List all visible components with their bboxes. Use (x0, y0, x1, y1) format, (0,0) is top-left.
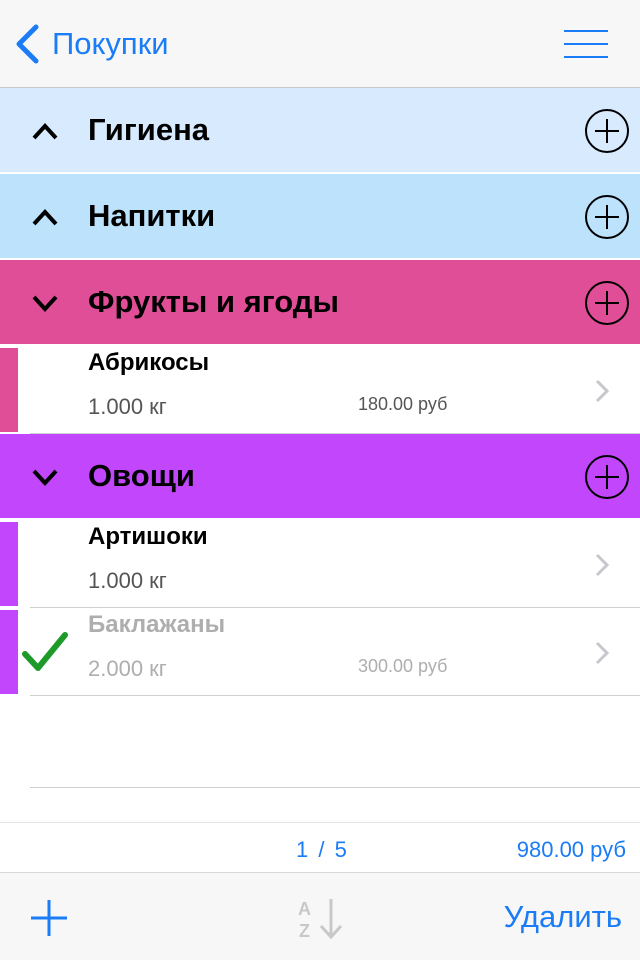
items-count: 1 / 5 (296, 837, 349, 862)
section-header[interactable]: Гигиена (0, 88, 640, 174)
item-quantity: 1.000 кг (88, 568, 167, 593)
category-stripe (0, 610, 18, 694)
list-item[interactable]: Баклажаны 2.000 кг 300.00 руб (0, 608, 640, 696)
section-title: Гигиена (88, 112, 210, 147)
chevron-down-icon (32, 469, 58, 486)
circle-plus-icon (585, 281, 629, 325)
list-item[interactable]: Артишоки 1.000 кг (0, 520, 640, 608)
plus-icon (31, 900, 67, 936)
section-header[interactable]: Напитки (0, 174, 640, 260)
add-to-section-button[interactable] (584, 194, 630, 240)
delete-button[interactable]: Удалить (504, 899, 622, 935)
chevron-down-icon (32, 295, 58, 312)
list-item[interactable]: Абрикосы 1.000 кг 180.00 руб (0, 346, 640, 434)
add-to-section-button[interactable] (584, 108, 630, 154)
item-name: Абрикосы (88, 349, 210, 376)
item-quantity: 1.000 кг (88, 394, 167, 419)
row-separator (30, 695, 640, 696)
svg-text:A: A (298, 899, 311, 919)
circle-plus-icon (585, 455, 629, 499)
back-label: Покупки (52, 26, 169, 61)
bottom-toolbar: A Z Удалить (0, 872, 640, 960)
hamburger-menu-icon (564, 30, 608, 58)
item-quantity: 2.000 кг (88, 656, 167, 681)
sort-button[interactable]: A Z (296, 897, 344, 941)
disclosure-chevron-icon (595, 379, 610, 403)
add-to-section-button[interactable] (584, 280, 630, 326)
section-header[interactable]: Овощи (0, 434, 640, 520)
add-item-button[interactable] (30, 899, 68, 937)
section-title: Фрукты и ягоды (88, 284, 339, 319)
chevron-up-icon (32, 123, 58, 140)
category-stripe (0, 348, 18, 432)
total-price: 980.00 руб (516, 837, 626, 862)
section-header[interactable]: Фрукты и ягоды (0, 260, 640, 346)
item-name: Баклажаны (88, 611, 226, 638)
nav-bar: Покупки (0, 0, 640, 88)
add-to-section-button[interactable] (584, 454, 630, 500)
summary-bar: 1 / 5 980.00 руб (0, 822, 640, 872)
item-price: 180.00 руб (358, 394, 448, 414)
chevron-left-icon (16, 24, 39, 64)
item-name: Артишоки (88, 523, 208, 550)
section-title: Напитки (88, 198, 216, 233)
item-price: 300.00 руб (358, 656, 448, 676)
circle-plus-icon (585, 109, 629, 153)
menu-button[interactable] (562, 28, 610, 60)
category-stripe (0, 522, 18, 606)
chevron-up-icon (32, 209, 58, 226)
back-button[interactable]: Покупки (14, 24, 169, 64)
sort-az-icon: A Z (298, 899, 343, 941)
disclosure-chevron-icon (595, 553, 610, 577)
shopping-list: Гигиена Напитки Фрукты и ягоды Абрикосы 1.00… (0, 88, 640, 696)
section-title: Овощи (88, 458, 195, 493)
circle-plus-icon (585, 195, 629, 239)
checkmark-icon (22, 632, 68, 671)
disclosure-chevron-icon (595, 641, 610, 665)
empty-row-separator (30, 787, 640, 788)
svg-text:Z: Z (299, 921, 310, 939)
